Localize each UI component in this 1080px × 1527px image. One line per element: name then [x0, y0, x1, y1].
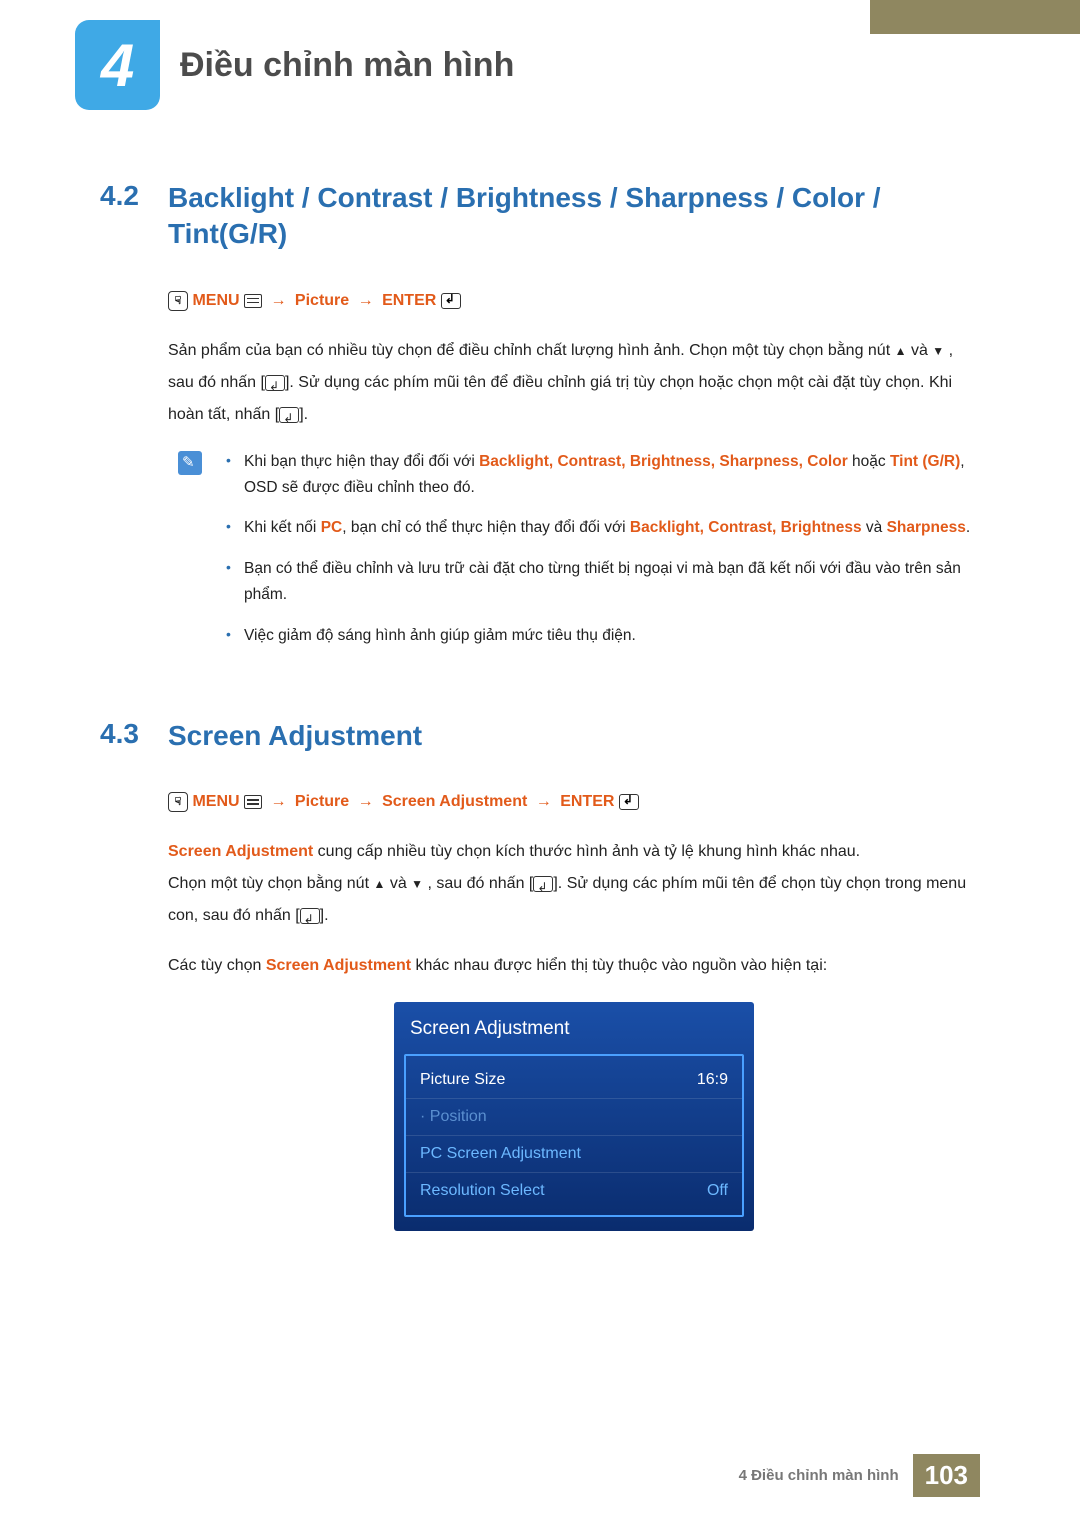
osd-row: Resolution Select Off — [406, 1172, 742, 1209]
note-item: Khi kết nối PC, bạn chỉ có thể thực hiện… — [226, 515, 980, 541]
chapter-title: Điều chỉnh màn hình — [180, 46, 514, 85]
screen-adj-label: Screen Adjustment — [382, 793, 527, 810]
note-item: Bạn có thể điều chỉnh và lưu trữ cài đặt… — [226, 556, 980, 609]
note-item: Việc giảm độ sáng hình ảnh giúp giảm mức… — [226, 623, 980, 649]
up-arrow-icon: ▲ — [373, 877, 385, 891]
osd-row: Picture Size 16:9 — [406, 1062, 742, 1098]
footer-chapter-label: 4 Điều chỉnh màn hình — [739, 1467, 899, 1484]
section-number: 4.2 — [100, 180, 168, 212]
section-title: Backlight / Contrast / Brightness / Shar… — [168, 180, 980, 253]
body-paragraph: Sản phẩm của bạn có nhiều tùy chọn để đi… — [168, 335, 980, 431]
body-paragraph-3: Các tùy chọn Screen Adjustment khác nhau… — [168, 950, 980, 982]
footer-page-number: 103 — [913, 1454, 980, 1497]
picture-label: Picture — [295, 292, 349, 309]
enter-icon — [619, 794, 639, 810]
enter-icon — [265, 375, 285, 391]
enter-icon — [441, 293, 461, 309]
header-color-bar — [870, 0, 1080, 34]
menu-label: MENU — [192, 292, 239, 309]
osd-row-label: PC Screen Adjustment — [420, 1145, 581, 1163]
pencil-note-icon — [178, 451, 202, 475]
osd-row-label: Picture Size — [420, 1071, 505, 1089]
menu-path: ☟ MENU → Picture → ENTER — [168, 291, 980, 311]
note-item: Khi bạn thực hiện thay đổi đối với Backl… — [226, 449, 980, 502]
osd-row-value: Off — [707, 1182, 728, 1200]
enter-icon — [533, 876, 553, 892]
menu-icon — [244, 795, 262, 809]
menu-icon — [244, 294, 262, 308]
picture-label: Picture — [295, 793, 349, 810]
hand-icon: ☟ — [168, 291, 188, 311]
osd-row: PC Screen Adjustment — [406, 1135, 742, 1172]
enter-icon — [279, 407, 299, 423]
enter-icon — [300, 908, 320, 924]
section-title: Screen Adjustment — [168, 718, 422, 754]
menu-path: ☟ MENU → Picture → Screen Adjustment → E… — [168, 792, 980, 812]
osd-row: · Position — [406, 1098, 742, 1135]
page-footer: 4 Điều chỉnh màn hình 103 — [739, 1454, 980, 1497]
osd-panel: Screen Adjustment Picture Size 16:9 · Po… — [394, 1002, 754, 1231]
note-block: Khi bạn thực hiện thay đổi đối với Backl… — [178, 449, 980, 663]
section-4-3: 4.3 Screen Adjustment ☟ MENU → Picture →… — [100, 718, 980, 1231]
down-arrow-icon: ▼ — [411, 877, 423, 891]
hand-icon: ☟ — [168, 792, 188, 812]
down-arrow-icon: ▼ — [932, 344, 944, 358]
menu-label: MENU — [192, 793, 239, 810]
body-paragraph-2: Chọn một tùy chọn bằng nút ▲ và ▼ , sau … — [168, 868, 980, 932]
osd-title: Screen Adjustment — [404, 1016, 744, 1054]
enter-label: ENTER — [560, 793, 614, 810]
body-paragraph-1: Screen Adjustment cung cấp nhiều tùy chọ… — [168, 836, 980, 868]
section-4-2: 4.2 Backlight / Contrast / Brightness / … — [100, 180, 980, 663]
enter-label: ENTER — [382, 292, 436, 309]
section-number: 4.3 — [100, 718, 168, 750]
osd-row-value: 16:9 — [697, 1071, 728, 1089]
osd-row-label: · Position — [420, 1108, 487, 1126]
chapter-header: 4 Điều chỉnh màn hình — [75, 20, 514, 110]
osd-row-label: Resolution Select — [420, 1182, 545, 1200]
up-arrow-icon: ▲ — [895, 344, 907, 358]
chapter-number: 4 — [75, 20, 160, 110]
